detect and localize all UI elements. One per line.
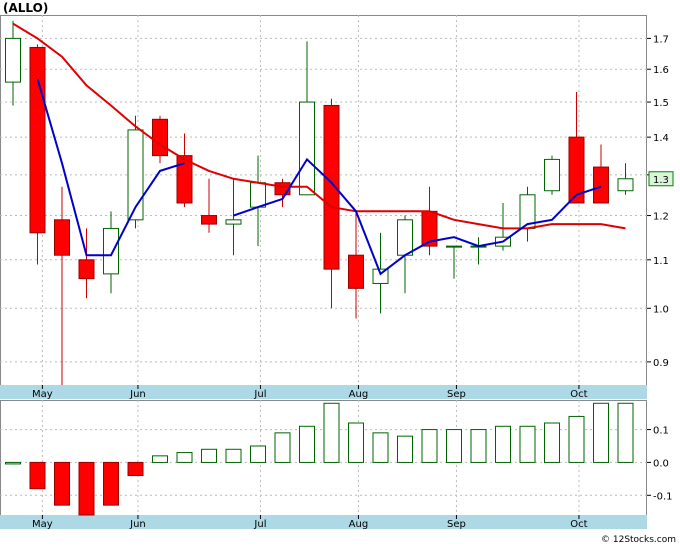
candle-body xyxy=(225,219,242,225)
macd-bar xyxy=(568,415,585,463)
candle-body xyxy=(54,219,70,256)
macd-month-label: May xyxy=(32,519,53,530)
price-month-label: Jun xyxy=(129,389,146,400)
macd-bar xyxy=(152,455,168,463)
macd-month-label: Oct xyxy=(570,519,587,530)
candle-body xyxy=(78,259,95,280)
macd-bar xyxy=(299,425,315,463)
macd-bar xyxy=(127,461,144,477)
macd-bar xyxy=(29,461,46,490)
macd-bar xyxy=(250,445,266,463)
price-tick-label: 1.5 xyxy=(653,98,669,109)
price-month-label: Aug xyxy=(349,389,369,400)
price-tick-label: 0.9 xyxy=(653,358,669,369)
candle-body xyxy=(593,166,609,204)
price-tick-label: 1.7 xyxy=(653,34,669,45)
candle-body xyxy=(299,101,315,196)
macd-bar xyxy=(421,429,438,463)
candle-body xyxy=(152,118,168,157)
candle-body xyxy=(250,182,266,208)
stock-chart: (ALLO) ALLOMA(13)1.18MA(3)1.25 0.91.01.1… xyxy=(0,1,676,545)
macd-bar xyxy=(323,402,340,463)
macd-month-label: Aug xyxy=(349,519,369,530)
macd-bar xyxy=(54,461,70,506)
macd-bar xyxy=(397,435,413,463)
macd-bar xyxy=(495,425,511,463)
macd-tick-label: -0.1 xyxy=(653,491,673,502)
macd-bar xyxy=(78,461,95,516)
macd-bar xyxy=(176,452,193,463)
macd-bar xyxy=(593,402,609,463)
candle-body xyxy=(397,219,413,256)
chart-title: (ALLO) xyxy=(3,1,48,15)
price-panel: 0.9 1.0 1.1 1.2 1.3 1.4 1.5 1.6 1.7 May Jun Jul Aug S… xyxy=(0,15,674,400)
macd-bar xyxy=(470,429,487,463)
candle-body xyxy=(201,215,217,225)
candle-body xyxy=(103,227,119,275)
candle-body xyxy=(348,254,364,289)
macd-bar xyxy=(201,448,217,463)
macd-month-label: Jun xyxy=(129,519,146,530)
macd-bar xyxy=(519,425,536,463)
price-tick-label: 1.1 xyxy=(653,256,669,267)
price-month-label: Jul xyxy=(253,389,266,400)
price-badge-label: 1.3 xyxy=(653,175,669,186)
credit-text: © 12Stocks.com xyxy=(601,535,676,545)
candle-body xyxy=(29,46,46,234)
macd-bar xyxy=(544,422,560,463)
macd-bar xyxy=(5,461,21,465)
candle-body xyxy=(617,178,634,192)
macd-bar xyxy=(225,448,242,463)
macd-month-label: Jul xyxy=(253,519,266,530)
candle-body xyxy=(5,37,21,83)
price-month-label: Sep xyxy=(447,389,466,400)
macd-tick-label: 0.1 xyxy=(653,426,669,437)
price-tick-label: 1.6 xyxy=(653,65,669,76)
candle-body xyxy=(446,245,462,248)
macd-month-label: Sep xyxy=(447,519,466,530)
price-tick-label: 1.0 xyxy=(653,304,669,315)
macd-bar xyxy=(446,429,462,463)
macd-month-band xyxy=(0,515,647,529)
macd-tick-label: 0.0 xyxy=(653,458,669,469)
price-month-label: Oct xyxy=(570,389,587,400)
macd-bar xyxy=(348,422,364,463)
candle-body xyxy=(544,158,560,192)
macd-bar xyxy=(372,432,389,463)
macd-bar xyxy=(103,461,119,506)
price-tick-label: 1.2 xyxy=(653,212,669,223)
price-month-label: May xyxy=(32,389,53,400)
macd-bar xyxy=(617,402,634,463)
price-tick-label: 1.4 xyxy=(653,133,669,144)
price-month-band xyxy=(0,385,647,399)
macd-panel: 0.1 0.0 -0.1 May Jun Jul Aug Sep Oct xyxy=(0,400,673,530)
macd-bar xyxy=(274,432,291,463)
